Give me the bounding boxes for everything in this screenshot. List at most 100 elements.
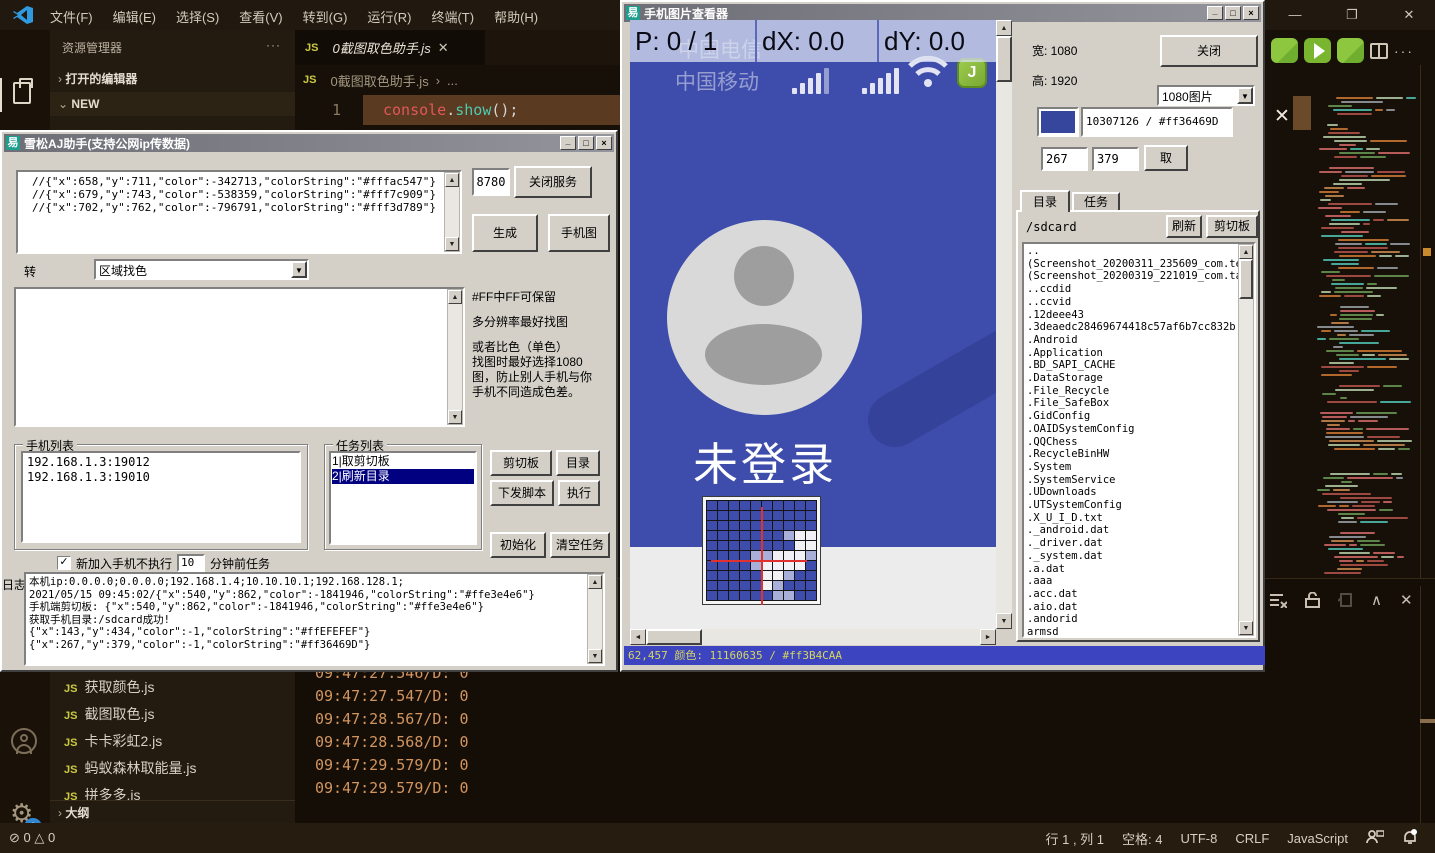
file-list-item[interactable]: .UTSystemConfig [1027,499,1238,512]
clipboard-button[interactable]: 剪切板 [490,450,552,476]
file-list-item[interactable]: .aio.dat [1027,601,1238,614]
menu-item[interactable]: 选择(S) [166,0,229,33]
run-script-icon[interactable] [1304,38,1331,63]
file-list-item[interactable]: ._system.dat [1027,550,1238,563]
execute-button[interactable]: 执行 [558,480,600,506]
file-tree-item[interactable]: JS获取颜色.js [50,674,295,701]
file-list-item[interactable]: .SystemService [1027,474,1238,487]
file-list-item[interactable]: .DataStorage [1027,372,1238,385]
helper-titlebar[interactable]: 易 雪松AJ助手(支持公网ip传数据) _ □ × [4,134,614,152]
checkbox[interactable]: ✓ [57,556,71,570]
scroll-up-icon[interactable]: ▲ [448,290,462,304]
pick-color-button[interactable]: 取 [1144,145,1188,171]
file-list-item[interactable]: .acc.dat [1027,588,1238,601]
file-tree-item[interactable]: JS卡卡彩虹2.js [50,728,295,755]
clear-tasks-button[interactable]: 清空任务 [550,532,610,558]
file-list-item[interactable]: .UDownloads [1027,486,1238,499]
window-close-button[interactable]: ✕ [1386,0,1432,30]
initialize-button[interactable]: 初始化 [490,532,546,558]
phone-list-item[interactable]: 192.168.1.3:19010 [27,470,295,485]
file-list-item[interactable]: .OAIDSystemConfig [1027,423,1238,436]
file-list[interactable]: ..(Screenshot_20200311_235609_com.ten(Sc… [1022,242,1256,638]
minimap[interactable] [1315,95,1419,578]
code-comment-textarea[interactable]: //{"x":658,"y":711,"color":-342713,"colo… [16,170,462,254]
phone-list-item[interactable]: 192.168.1.3:19012 [27,455,295,470]
scroll-down-icon[interactable]: ▼ [996,613,1012,629]
scroll-down-icon[interactable]: ▼ [1239,621,1253,635]
problems-status[interactable]: ⊘ 0 △ 0 [0,830,64,846]
file-list-item[interactable]: .Android [1027,334,1238,347]
file-list-item[interactable]: .. [1027,245,1238,258]
scroll-down-icon[interactable]: ▼ [445,237,459,251]
menu-item[interactable]: 文件(F) [40,0,103,33]
menu-item[interactable]: 运行(R) [357,0,421,33]
file-tree-item[interactable]: JS拼多多.js [50,782,295,800]
autojs-icon[interactable] [1271,38,1298,63]
minimize-icon[interactable]: _ [1207,6,1223,20]
scroll-up-icon[interactable]: ▲ [996,20,1012,36]
tab-close-icon[interactable]: ✕ [438,40,449,56]
file-list-item[interactable]: ._driver.dat [1027,537,1238,550]
breadcrumb-file[interactable]: 0截图取色助手.js [330,71,428,90]
menu-item[interactable]: 终端(T) [421,0,484,33]
scroll-thumb[interactable] [1239,259,1253,299]
pin-output-icon[interactable] [1338,592,1353,608]
file-tree-item[interactable]: JS蚂蚁森林取能量.js [50,755,295,782]
close-icon[interactable]: × [596,136,612,150]
encoding[interactable]: UTF-8 [1172,831,1227,846]
file-list-item[interactable]: .3deaedc28469674418c57af6b7cc832b [1027,321,1238,334]
file-list-item[interactable]: .aaa [1027,575,1238,588]
more-actions-icon[interactable]: ··· [266,38,281,52]
refresh-button[interactable]: 刷新 [1166,215,1202,238]
close-icon[interactable]: × [1243,6,1259,20]
close-service-button[interactable]: 关闭服务 [514,166,592,198]
maximize-icon[interactable]: □ [578,136,594,150]
vscroll-thumb[interactable] [996,36,1012,82]
scrollbar[interactable]: ▲ ▼ [587,574,603,664]
notifications-bell-icon[interactable] [1393,829,1427,848]
mode-dropdown[interactable]: 区域找色 ▼ [94,259,309,280]
file-list-item[interactable]: .12deee43 [1027,309,1238,322]
maximize-panel-icon[interactable]: ∧ [1371,591,1382,609]
hscroll-thumb[interactable] [646,629,702,645]
task-list[interactable]: 1|取剪切板2|刷新目录 [329,451,477,545]
file-list-item[interactable]: .a.dat [1027,563,1238,576]
task-list-item[interactable]: 2|刷新目录 [332,469,474,484]
color-value-field[interactable]: 10307126 / #ff36469D [1081,107,1233,137]
file-list-item[interactable]: ..ccdid [1027,283,1238,296]
tab-directory[interactable]: 目录 [1020,190,1070,212]
scroll-up-icon[interactable]: ▲ [1239,245,1253,259]
result-textarea[interactable]: ▲ ▼ [14,287,465,427]
split-editor-icon[interactable] [1370,43,1388,59]
folder-section[interactable]: ⌄ NEW [50,92,295,116]
file-list-item[interactable]: ._android.dat [1027,524,1238,537]
menu-item[interactable]: 帮助(H) [484,0,548,33]
file-list-item[interactable]: (Screenshot_20200311_235609_com.ten [1027,258,1238,271]
menu-item[interactable]: 查看(V) [229,0,292,33]
image-vscrollbar[interactable]: ▲ ▼ [996,20,1012,629]
phone-image-button[interactable]: 手机图 [548,214,610,252]
image-hscrollbar[interactable]: ◄ ► [630,629,996,645]
tab-active[interactable]: JS 0截图取色助手.js ✕ [295,30,485,65]
menu-item[interactable]: 转到(G) [293,0,358,33]
port-field[interactable]: 8780 [472,168,510,196]
scroll-right-icon[interactable]: ► [980,629,996,645]
file-list-item[interactable]: .BD_SAPI_CACHE [1027,359,1238,372]
minutes-input[interactable]: 10 [177,554,205,572]
file-tree-item[interactable]: JS截图取色.js [50,701,295,728]
scroll-down-icon[interactable]: ▼ [588,649,602,663]
file-list-item[interactable]: .andorid [1027,613,1238,626]
scrollbar[interactable]: ▲ ▼ [444,172,460,252]
dropdown-arrow-icon[interactable]: ▼ [1237,87,1253,104]
scroll-up-icon[interactable]: ▲ [445,173,459,187]
minimize-icon[interactable]: _ [560,136,576,150]
close-panel-icon[interactable]: ✕ [1400,591,1413,609]
menu-item[interactable]: 编辑(E) [103,0,166,33]
scroll-left-icon[interactable]: ◄ [630,629,646,645]
code-line-1[interactable]: console.show(); [363,95,620,125]
file-list-item[interactable]: .GidConfig [1027,410,1238,423]
outline-section[interactable]: › 大纲 [50,800,295,823]
file-list-item[interactable]: .File_SafeBox [1027,397,1238,410]
maximize-icon[interactable]: □ [1225,6,1241,20]
file-list-item[interactable]: armsd [1027,626,1238,636]
